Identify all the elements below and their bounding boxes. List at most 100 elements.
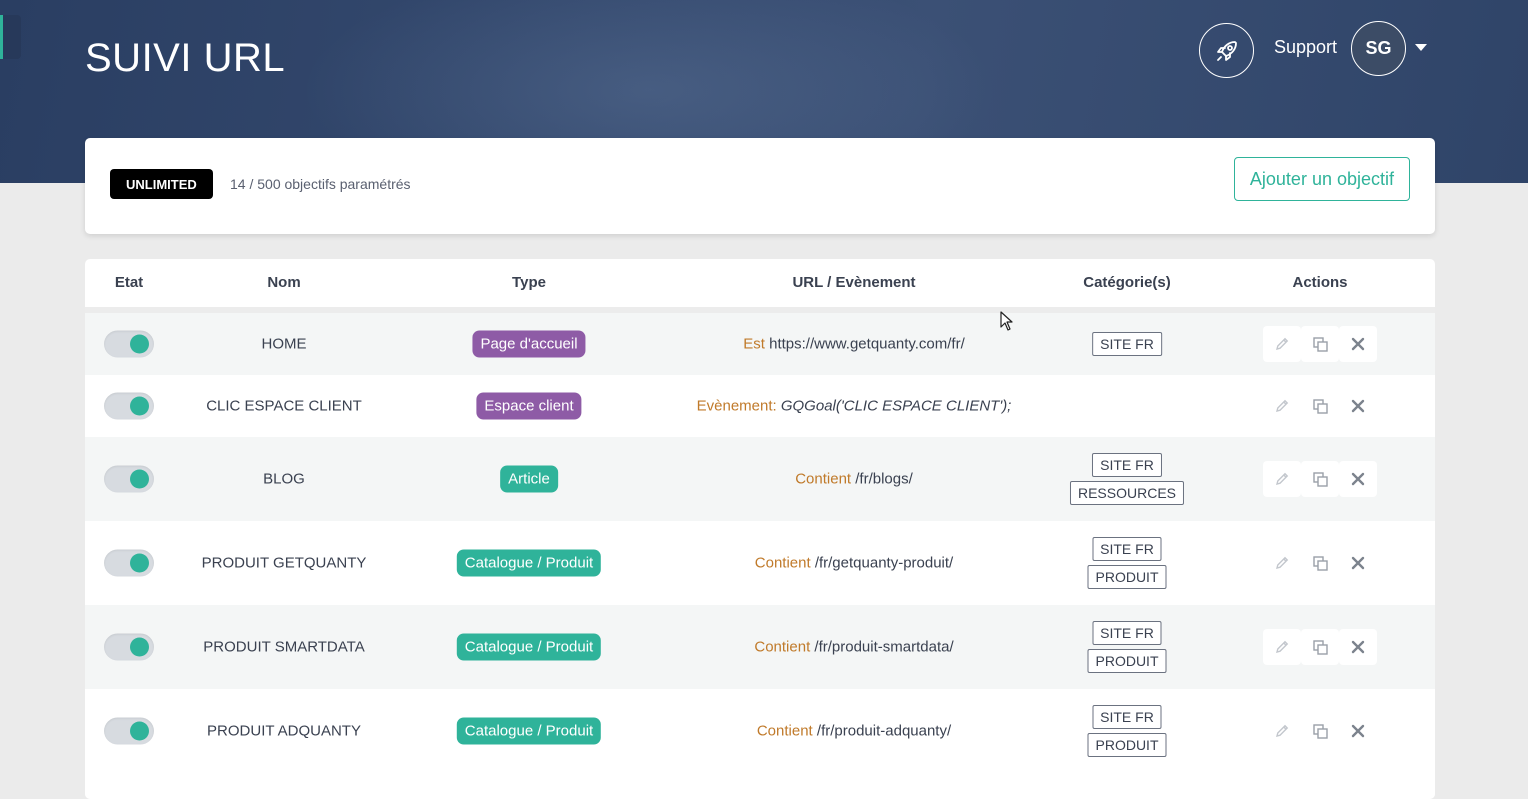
- column-header-type[interactable]: Type: [512, 274, 546, 291]
- toggle-knob: [130, 469, 149, 489]
- category-list: SITE FR PRODUIT: [1087, 621, 1167, 673]
- close-icon: [1351, 472, 1365, 486]
- url-rule: Est https://www.getquanty.com/fr/: [743, 336, 965, 353]
- url-rule: Contient /fr/produit-adquanty/: [757, 723, 951, 740]
- pencil-icon: [1276, 556, 1289, 569]
- toggle-knob: [130, 637, 149, 657]
- category-tag: PRODUIT: [1087, 649, 1167, 673]
- url-value: GQGoal('CLIC ESPACE CLIENT');: [780, 397, 1012, 415]
- status-toggle[interactable]: [104, 633, 154, 661]
- duplicate-icon: [1312, 336, 1328, 352]
- toggle-knob: [130, 334, 149, 354]
- url-value: https://www.getquanty.com/fr/: [769, 335, 965, 353]
- status-toggle[interactable]: [104, 549, 154, 577]
- delete-button[interactable]: [1339, 326, 1377, 362]
- objective-name: BLOG: [263, 470, 305, 488]
- table-row: PRODUIT SMARTDATA Catalogue / Produit Co…: [85, 605, 1435, 689]
- plan-badge: UNLIMITED: [110, 169, 213, 199]
- objectives-count: 14 / 500 objectifs paramétrés: [230, 176, 411, 192]
- row-actions: [1263, 545, 1377, 581]
- url-rule: Contient /fr/blogs/: [795, 471, 913, 488]
- url-operator: Est: [743, 335, 765, 353]
- delete-button[interactable]: [1339, 713, 1377, 749]
- category-tag: SITE FR: [1092, 537, 1162, 561]
- category-list: SITE FR: [1092, 332, 1162, 356]
- category-list: SITE FR RESSOURCES: [1069, 453, 1185, 505]
- table-row: BLOG Article Contient /fr/blogs/ SITE FR…: [85, 437, 1435, 521]
- add-objective-button[interactable]: Ajouter un objectif: [1233, 157, 1410, 201]
- user-avatar[interactable]: SG: [1351, 21, 1406, 76]
- edit-button[interactable]: [1263, 545, 1301, 581]
- chevron-down-icon[interactable]: [1415, 44, 1427, 51]
- objectives-table: Etat Nom Type URL / Evènement Catégorie(…: [85, 259, 1435, 799]
- url-rule: Evènement: GQGoal('CLIC ESPACE CLIENT');: [697, 398, 1012, 415]
- type-badge: Catalogue / Produit: [456, 717, 602, 745]
- edit-button[interactable]: [1263, 713, 1301, 749]
- type-badge: Article: [500, 465, 558, 493]
- close-icon: [1351, 724, 1365, 738]
- close-icon: [1351, 399, 1365, 413]
- table-row: PRODUIT GETQUANTY Catalogue / Produit Co…: [85, 521, 1435, 605]
- url-operator: Contient: [754, 638, 811, 656]
- duplicate-button[interactable]: [1301, 388, 1339, 424]
- duplicate-button[interactable]: [1301, 713, 1339, 749]
- toggle-knob: [130, 553, 149, 573]
- status-toggle[interactable]: [104, 717, 154, 745]
- delete-button[interactable]: [1339, 545, 1377, 581]
- pencil-icon: [1276, 472, 1289, 485]
- sidebar-toggle-tab[interactable]: [0, 15, 21, 59]
- category-tag: PRODUIT: [1087, 733, 1167, 757]
- category-tag: SITE FR: [1092, 621, 1162, 645]
- objective-name: CLIC ESPACE CLIENT: [206, 397, 362, 415]
- pencil-icon: [1276, 337, 1289, 350]
- edit-button[interactable]: [1263, 388, 1301, 424]
- column-header-etat[interactable]: Etat: [115, 274, 143, 291]
- category-list: SITE FR PRODUIT: [1087, 537, 1167, 589]
- category-tag: SITE FR: [1092, 705, 1162, 729]
- url-value: /fr/produit-smartdata/: [814, 638, 954, 656]
- type-badge: Catalogue / Produit: [456, 633, 602, 661]
- edit-button[interactable]: [1263, 461, 1301, 497]
- duplicate-button[interactable]: [1301, 629, 1339, 665]
- category-tag: PRODUIT: [1087, 565, 1167, 589]
- duplicate-button[interactable]: [1301, 461, 1339, 497]
- toggle-knob: [130, 721, 149, 741]
- url-operator: Contient: [754, 554, 811, 572]
- url-rule: Contient /fr/getquanty-produit/: [755, 555, 953, 572]
- duplicate-button[interactable]: [1301, 545, 1339, 581]
- table-header: Etat Nom Type URL / Evènement Catégorie(…: [85, 259, 1435, 313]
- column-header-categories[interactable]: Catégorie(s): [1083, 274, 1171, 291]
- url-operator: Evènement:: [696, 397, 777, 415]
- delete-button[interactable]: [1339, 629, 1377, 665]
- table-row: HOME Page d'accueil Est https://www.getq…: [85, 313, 1435, 375]
- edit-button[interactable]: [1263, 326, 1301, 362]
- mouse-cursor-icon: [1000, 311, 1013, 331]
- status-toggle[interactable]: [104, 392, 154, 420]
- objective-name: HOME: [261, 335, 307, 353]
- edit-button[interactable]: [1263, 629, 1301, 665]
- row-actions: [1263, 461, 1377, 497]
- delete-button[interactable]: [1339, 388, 1377, 424]
- objective-name: PRODUIT GETQUANTY: [201, 554, 367, 572]
- duplicate-icon: [1312, 555, 1328, 571]
- duplicate-icon: [1312, 471, 1328, 487]
- column-header-url[interactable]: URL / Evènement: [792, 274, 915, 291]
- status-toggle[interactable]: [104, 465, 154, 493]
- type-badge: Page d'accueil: [472, 330, 586, 358]
- type-badge: Espace client: [476, 392, 582, 420]
- duplicate-button[interactable]: [1301, 326, 1339, 362]
- type-badge: Catalogue / Produit: [456, 549, 602, 577]
- delete-button[interactable]: [1339, 461, 1377, 497]
- pencil-icon: [1276, 399, 1289, 412]
- row-actions: [1263, 713, 1377, 749]
- row-actions: [1263, 388, 1377, 424]
- column-header-nom[interactable]: Nom: [267, 274, 300, 291]
- rocket-button[interactable]: [1199, 23, 1254, 78]
- rocket-icon: [1216, 40, 1237, 61]
- support-label[interactable]: Support: [1274, 37, 1337, 58]
- status-toggle[interactable]: [104, 330, 154, 358]
- objective-name: PRODUIT SMARTDATA: [203, 638, 365, 656]
- page-title: SUIVI URL: [85, 36, 286, 80]
- url-rule: Contient /fr/produit-smartdata/: [754, 639, 953, 656]
- table-row: PRODUIT ADQUANTY Catalogue / Produit Con…: [85, 689, 1435, 773]
